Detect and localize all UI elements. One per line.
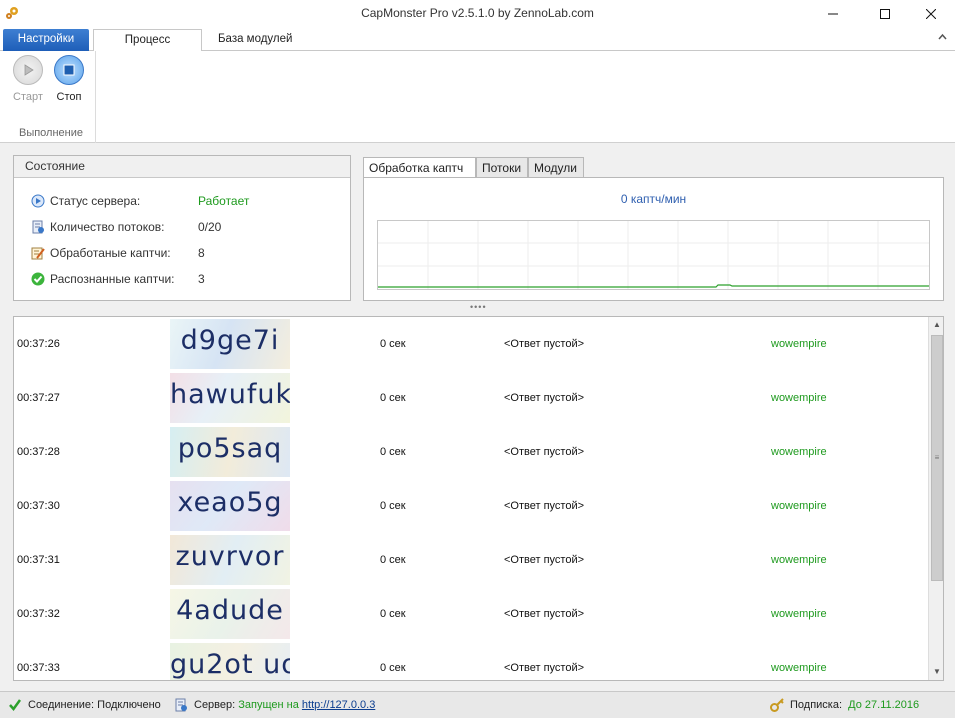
tab-threads[interactable]: Потоки	[476, 157, 528, 178]
execution-group: Старт Стоп Выполнение	[6, 51, 96, 143]
close-icon	[926, 8, 936, 19]
server-link[interactable]: http://127.0.0.3	[302, 699, 375, 711]
captcha-image: gu2ot uo	[170, 643, 290, 680]
processed-value: 8	[198, 246, 205, 260]
server-status: Сервер: Запущен на http://127.0.0.3	[174, 698, 375, 712]
table-row[interactable]: 00:37:27 hawufuk 0 сек <Ответ пустой> wo…	[14, 371, 926, 425]
captcha-image: po5saq	[170, 427, 290, 477]
tab-settings[interactable]: Настройки	[3, 29, 89, 51]
group-caption: Выполнение	[18, 127, 84, 139]
minimize-button[interactable]	[810, 0, 856, 27]
ribbon-body: Старт Стоп Выполнение	[0, 51, 955, 143]
key-icon	[770, 698, 784, 712]
scroll-thumb[interactable]: ≡	[931, 335, 943, 581]
tab-modules[interactable]: Модули	[528, 157, 584, 178]
stop-button[interactable]: Стоп	[49, 55, 89, 103]
recognized-value: 3	[198, 272, 205, 286]
table-row[interactable]: 00:37:28 po5saq 0 сек <Ответ пустой> wow…	[14, 425, 926, 479]
table-row[interactable]: 00:37:32 4adude 0 сек <Ответ пустой> wow…	[14, 587, 926, 641]
start-button[interactable]: Старт	[8, 55, 48, 103]
start-label: Старт	[13, 91, 43, 103]
table-row[interactable]: 00:37:31 zuvrvor 0 сек <Ответ пустой> wo…	[14, 533, 926, 587]
ribbon-tabs: Настройки Процесс работы База модулей	[0, 29, 955, 67]
server-status-value: Работает	[198, 194, 250, 208]
check-circle-icon	[31, 272, 45, 286]
captcha-rate-panel: 0 каптч/мин	[363, 177, 944, 301]
maximize-button[interactable]	[862, 0, 908, 27]
captcha-log-table: 00:37:26 d9ge7i 0 сек <Ответ пустой> wow…	[13, 316, 944, 681]
stop-icon	[63, 64, 75, 76]
rate-chart	[377, 220, 930, 290]
tab-module-base[interactable]: База модулей	[206, 29, 304, 51]
title-bar: CapMonster Pro v2.5.1.0 by ZennoLab.com	[0, 0, 955, 27]
captcha-image: 4adude	[170, 589, 290, 639]
play-circle-icon	[31, 194, 45, 208]
captcha-image: zuvrvor	[170, 535, 290, 585]
tab-captcha-processing[interactable]: Обработка каптч	[363, 157, 476, 179]
scroll-up-icon[interactable]: ▲	[929, 317, 943, 333]
scroll-down-icon[interactable]: ▼	[929, 664, 943, 680]
stop-label: Стоп	[56, 91, 82, 103]
status-bar: Соединение: Подключено Сервер: Запущен н…	[0, 691, 955, 718]
threads-value: 0/20	[198, 220, 222, 234]
captcha-image: hawufuk	[170, 373, 290, 423]
status-panel: Состояние Статус сервера: Работает Колич…	[13, 155, 351, 301]
table-row[interactable]: 00:37:33 gu2ot uo 0 сек <Ответ пустой> w…	[14, 641, 926, 680]
close-button[interactable]	[908, 0, 954, 27]
server-icon	[175, 698, 187, 712]
tab-work-process[interactable]: Процесс работы	[93, 29, 202, 67]
rate-label: 0 каптч/мин	[620, 192, 687, 206]
play-icon	[24, 64, 34, 76]
check-icon	[9, 699, 22, 712]
maximize-icon	[880, 8, 890, 19]
log-scrollbar[interactable]: ▲ ≡ ▼	[928, 317, 943, 680]
threads-icon	[32, 220, 44, 234]
status-panel-title: Состояние	[14, 156, 350, 178]
rate-series-line	[378, 284, 929, 288]
edit-note-icon	[31, 247, 45, 260]
connection-status: Соединение: Подключено	[8, 699, 161, 712]
captcha-image: d9ge7i	[170, 319, 290, 369]
table-row[interactable]: 00:37:26 d9ge7i 0 сек <Ответ пустой> wow…	[14, 317, 926, 371]
minimize-icon	[828, 13, 838, 14]
ribbon-collapse-icon[interactable]	[938, 32, 947, 43]
main-area: Состояние Статус сервера: Работает Колич…	[0, 143, 955, 691]
table-row[interactable]: 00:37:30 xeao5g 0 сек <Ответ пустой> wow…	[14, 479, 926, 533]
grip-icon: ≡	[934, 453, 940, 462]
panel-splitter[interactable]: ••••	[470, 302, 487, 312]
subscription-status: Подписка: До 27.11.2016	[770, 698, 919, 712]
captcha-image: xeao5g	[170, 481, 290, 531]
